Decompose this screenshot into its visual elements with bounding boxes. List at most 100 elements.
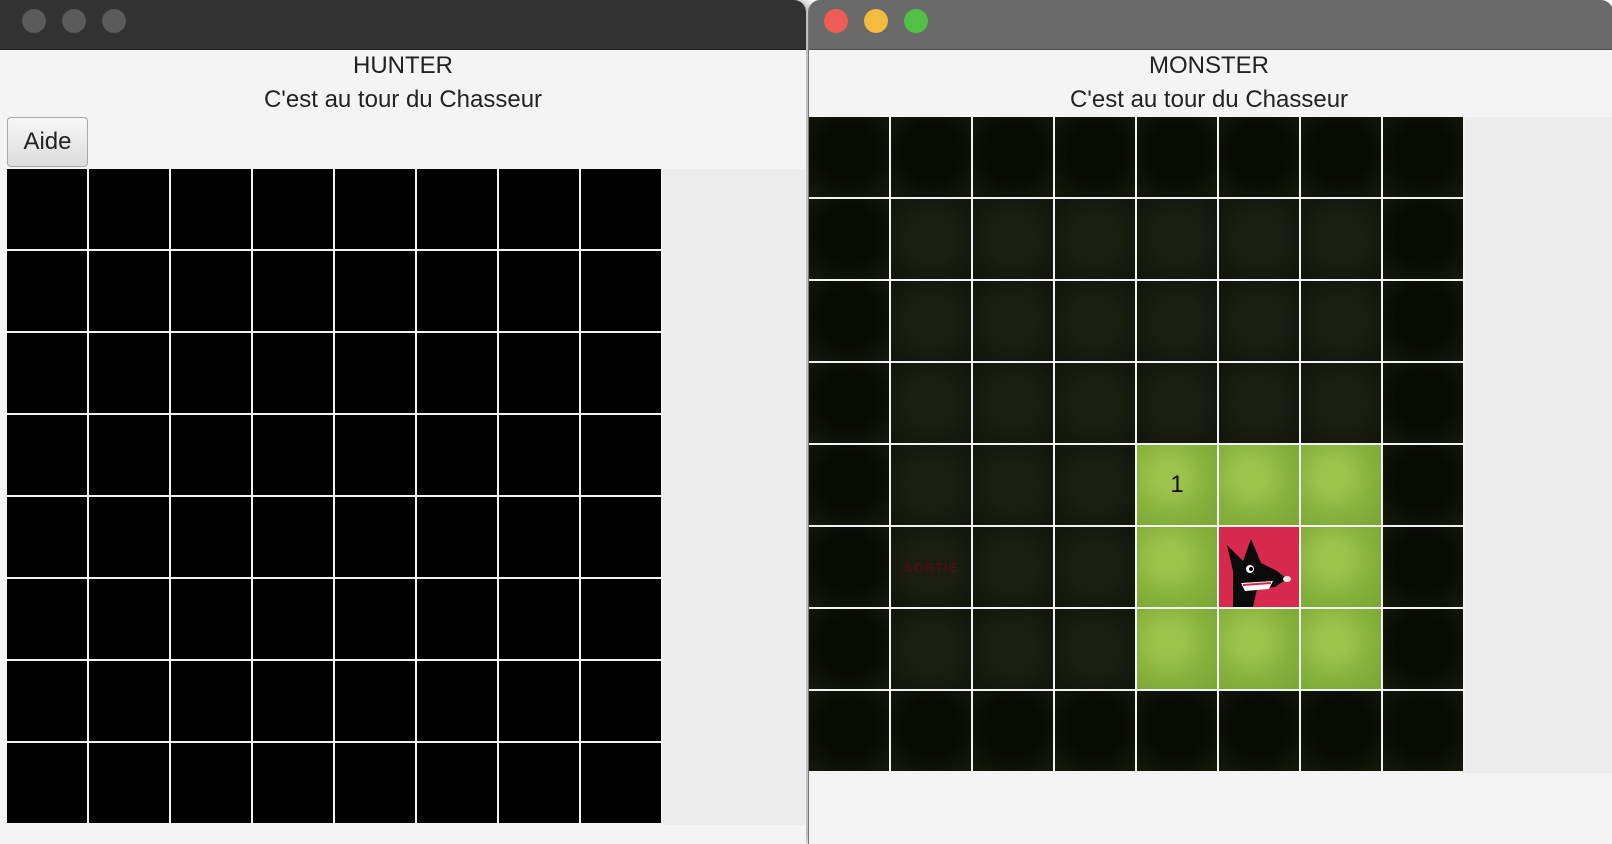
hunter-cell[interactable] <box>253 415 333 495</box>
hunter-cell[interactable] <box>417 497 497 577</box>
hunter-cell[interactable] <box>417 743 497 823</box>
hunter-cell[interactable] <box>253 497 333 577</box>
hunter-cell[interactable] <box>171 169 251 249</box>
hunter-cell[interactable] <box>335 661 415 741</box>
hunter-cell[interactable] <box>499 579 579 659</box>
hunter-cell[interactable] <box>89 251 169 331</box>
hunter-cell[interactable] <box>171 579 251 659</box>
hunter-cell[interactable] <box>7 579 87 659</box>
hunter-cell[interactable] <box>89 579 169 659</box>
monster-turn-status: C'est au tour du Chasseur <box>1069 86 1349 113</box>
hunter-cell[interactable] <box>417 169 497 249</box>
hunter-cell[interactable] <box>7 497 87 577</box>
hunter-cell[interactable] <box>171 251 251 331</box>
hunter-cell[interactable] <box>171 661 251 741</box>
hunter-cell[interactable] <box>417 579 497 659</box>
hunter-cell[interactable] <box>89 743 169 823</box>
wall-cell <box>973 691 1053 771</box>
hunter-cell[interactable] <box>335 333 415 413</box>
hunter-cell[interactable] <box>89 415 169 495</box>
hunter-cell[interactable] <box>581 743 661 823</box>
hunter-cell[interactable] <box>171 497 251 577</box>
hunter-cell[interactable] <box>581 415 661 495</box>
hunter-cell[interactable] <box>581 661 661 741</box>
hunter-cell[interactable] <box>171 743 251 823</box>
hunter-cell[interactable] <box>253 743 333 823</box>
visible-cell <box>1301 527 1381 607</box>
hunter-cell[interactable] <box>7 743 87 823</box>
hunter-cell[interactable] <box>89 497 169 577</box>
minimize-button[interactable] <box>62 9 86 33</box>
hunter-cell[interactable] <box>499 497 579 577</box>
zoom-button[interactable] <box>904 9 928 33</box>
hunter-cell[interactable] <box>335 169 415 249</box>
hunter-cell[interactable] <box>581 169 661 249</box>
wall-cell <box>891 117 971 197</box>
hunter-cell[interactable] <box>499 251 579 331</box>
wall-cell <box>809 363 889 443</box>
hunter-titlebar[interactable] <box>0 0 806 50</box>
hunter-cell[interactable] <box>581 497 661 577</box>
monster-board: 1 SORTIE <box>809 117 1465 773</box>
hunter-cell[interactable] <box>581 333 661 413</box>
hunter-cell[interactable] <box>7 169 87 249</box>
hunter-cell[interactable] <box>417 251 497 331</box>
floor-cell <box>1055 363 1135 443</box>
hunter-cell[interactable] <box>499 743 579 823</box>
hunter-cell[interactable] <box>7 661 87 741</box>
visible-cell <box>1219 445 1299 525</box>
visible-cell <box>1219 609 1299 689</box>
hunter-cell[interactable] <box>171 415 251 495</box>
hunter-cell[interactable] <box>335 251 415 331</box>
hunter-cell[interactable] <box>171 333 251 413</box>
hunter-cell[interactable] <box>253 251 333 331</box>
hunter-cell[interactable] <box>417 333 497 413</box>
help-button[interactable]: Aide <box>7 117 88 167</box>
visible-cell: 1 <box>1137 445 1217 525</box>
floor-cell <box>973 527 1053 607</box>
hunter-cell[interactable] <box>89 333 169 413</box>
hunter-cell[interactable] <box>499 169 579 249</box>
wall-cell <box>809 609 889 689</box>
hunter-cell[interactable] <box>253 333 333 413</box>
hunter-cell[interactable] <box>417 415 497 495</box>
hunter-cell[interactable] <box>499 415 579 495</box>
floor-cell <box>891 445 971 525</box>
hunter-cell[interactable] <box>253 661 333 741</box>
hunter-cell[interactable] <box>335 579 415 659</box>
hunter-cell[interactable] <box>581 251 661 331</box>
floor-cell <box>891 199 971 279</box>
floor-cell <box>973 445 1053 525</box>
hunter-turn-status: C'est au tour du Chasseur <box>263 86 543 113</box>
hunter-cell[interactable] <box>7 251 87 331</box>
zoom-button[interactable] <box>102 9 126 33</box>
close-button[interactable] <box>22 9 46 33</box>
hunter-cell[interactable] <box>253 579 333 659</box>
hunter-cell[interactable] <box>7 333 87 413</box>
hunter-cell[interactable] <box>499 333 579 413</box>
hunter-cell[interactable] <box>417 661 497 741</box>
hunter-cell[interactable] <box>7 415 87 495</box>
wolf-monster-icon <box>1219 527 1299 607</box>
wall-cell <box>1055 117 1135 197</box>
hunter-cell[interactable] <box>335 743 415 823</box>
hunter-cell[interactable] <box>253 169 333 249</box>
hunter-cell[interactable] <box>335 415 415 495</box>
monster-titlebar[interactable] <box>809 0 1612 50</box>
hunter-cell[interactable] <box>335 497 415 577</box>
wall-cell <box>1301 117 1381 197</box>
floor-cell <box>1301 363 1381 443</box>
hunter-cell[interactable] <box>89 169 169 249</box>
wall-cell <box>809 527 889 607</box>
close-button[interactable] <box>824 9 848 33</box>
wall-cell <box>809 445 889 525</box>
minimize-button[interactable] <box>864 9 888 33</box>
hunter-cell[interactable] <box>89 661 169 741</box>
hunter-cell[interactable] <box>581 579 661 659</box>
hunter-cell[interactable] <box>499 661 579 741</box>
hunter-title: HUNTER <box>353 52 453 79</box>
floor-cell <box>973 363 1053 443</box>
floor-cell <box>1301 199 1381 279</box>
floor-cell <box>1301 281 1381 361</box>
floor-cell <box>1055 527 1135 607</box>
